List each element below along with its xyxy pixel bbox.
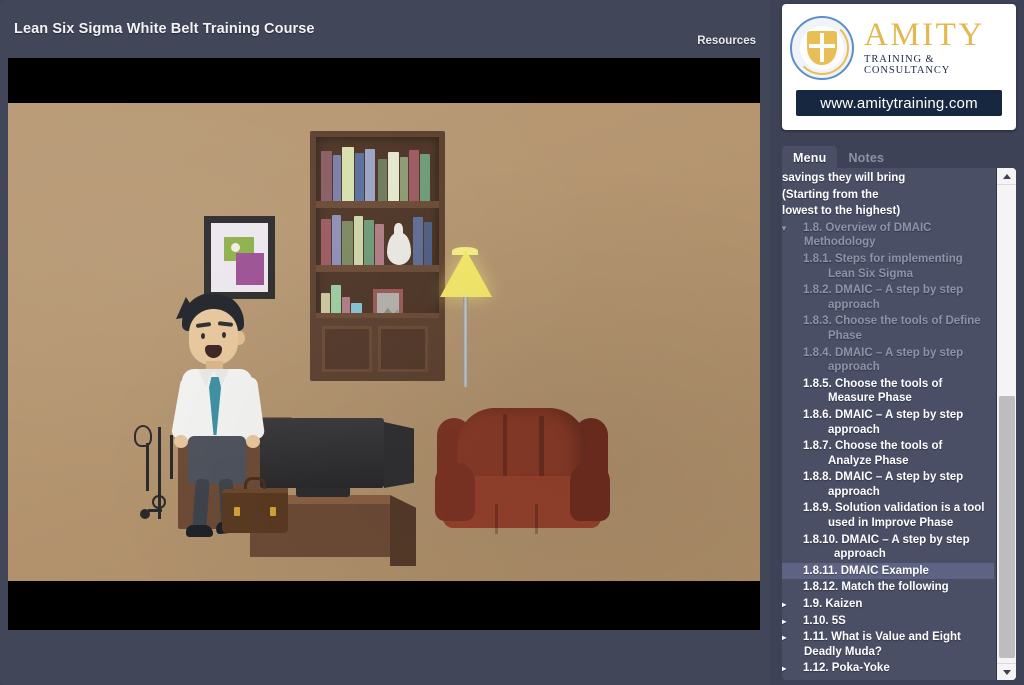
bookshelf xyxy=(310,131,445,381)
menu-scrollbar[interactable] xyxy=(996,168,1016,680)
menu-item[interactable]: 1.8.5. Choose the tools of Measure Phase xyxy=(782,376,994,407)
menu-item-label: 1.11. What is Value and Eight Deadly Mud… xyxy=(803,631,961,658)
menu-item[interactable]: 1.8.9. Solution validation is a tool use… xyxy=(782,500,994,531)
menu-item-label: 1.8.7. Choose the tools of Analyze Phase xyxy=(803,440,943,467)
chevron-right-icon[interactable]: ▶ xyxy=(782,601,801,609)
menu-item-current[interactable]: 1.8.11. DMAIC Example xyxy=(782,562,994,580)
menu-item-label: 1.8.10. DMAIC – A step by step approach xyxy=(803,533,970,561)
menu-item[interactable]: ▶ 1.12. Poka-Yoke xyxy=(782,660,994,677)
chevron-right-icon[interactable]: ▶ xyxy=(782,617,801,626)
resources-link[interactable]: Resources xyxy=(697,35,756,47)
chevron-down-icon[interactable]: ▼ xyxy=(782,224,801,233)
bookshelf-cabinet xyxy=(316,313,439,375)
page-title: Lean Six Sigma White Belt Training Cours… xyxy=(14,21,315,37)
logo-brand-name: AMITY xyxy=(864,16,985,53)
menu-item[interactable]: ▼ 1.8. Overview of DMAIC Methodology xyxy=(782,220,994,251)
menu-item[interactable]: 1.8.2. DMAIC – A step by step approach xyxy=(782,282,994,313)
scroll-up-arrow-icon[interactable] xyxy=(997,168,1016,185)
menu-item[interactable]: ▶ 1.9. Kaizen xyxy=(782,596,994,613)
menu-item-label: 1.8.12. Match the following xyxy=(803,581,949,594)
video-stage[interactable]: AMITY TRAINING & CONSULTANCY www.amitytr… xyxy=(8,58,760,630)
menu-panel: savings they will bring (Starting from th… xyxy=(782,168,1016,680)
header-bar: Lean Six Sigma White Belt Training Cours… xyxy=(0,0,770,58)
menu-item-label: 1.8.2. DMAIC – A step by step approach xyxy=(803,284,964,311)
menu-item[interactable]: ▶ 1.11. What is Value and Eight Deadly Mu… xyxy=(782,629,994,660)
animated-character xyxy=(158,293,288,551)
menu-item-label: 1.8.4. DMAIC – A step by step approach xyxy=(803,346,964,374)
menu-item[interactable]: 1.8.12. Match the following xyxy=(782,579,994,596)
chevron-right-icon[interactable]: ▶ xyxy=(782,634,801,642)
logo-tagline: TRAINING & CONSULTANCY xyxy=(864,54,951,77)
scroll-down-arrow-icon[interactable] xyxy=(997,663,1016,680)
menu-item-label: 1.8.6. DMAIC – A step by step approach xyxy=(803,408,964,436)
elearning-player: Lean Six Sigma White Belt Training Cours… xyxy=(0,0,1024,685)
floor-lamp-pole xyxy=(463,297,468,387)
menu-item-label: 1.9. Kaizen xyxy=(803,598,863,611)
menu-item[interactable]: 1.8.8. DMAIC – A step by step approach xyxy=(782,469,994,500)
menu-item-label: 1.8.5. Choose the tools of Measure Phase xyxy=(803,377,943,405)
player-column: Lean Six Sigma White Belt Training Cours… xyxy=(0,0,770,685)
scrollbar-thumb[interactable] xyxy=(999,396,1015,658)
menu-item-label: 1.8.8. DMAIC – A step by step approach xyxy=(803,471,964,498)
menu-item[interactable]: 1.8.10. DMAIC – A step by step approach xyxy=(782,532,994,563)
logo-url-text: www.amitytraining.com xyxy=(820,94,978,112)
menu-item-label: 1.8.1. Steps for implementing Lean Six S… xyxy=(803,252,963,280)
menu-item[interactable]: ▶ 1.10. 5S xyxy=(782,613,994,630)
menu-item-label: 1.8. Overview of DMAIC Methodology xyxy=(803,221,932,249)
menu-item-label: 1.10. 5S xyxy=(803,614,846,627)
menu-item-label: 1.8.3. Choose the tools of Define Phase xyxy=(803,315,981,342)
menu-item[interactable]: (Starting from the xyxy=(782,187,994,204)
menu-item[interactable]: 1.8.6. DMAIC – A step by step approach xyxy=(782,407,994,438)
briefcase xyxy=(222,489,288,533)
animation-scene xyxy=(8,103,760,581)
amity-logo-crest-icon xyxy=(790,16,854,80)
player-control-bar: ‹ PREV NEXT › xyxy=(0,630,770,685)
menu-item-label: savings they will bring xyxy=(782,172,906,184)
menu-item[interactable]: 1.8.1. Steps for implementing Lean Six S… xyxy=(782,251,994,282)
logo-card: AMITY TRAINING & CONSULTANCY www.amitytr… xyxy=(782,4,1016,130)
sidebar: AMITY TRAINING & CONSULTANCY www.amitytr… xyxy=(770,0,1024,685)
letterbox-bottom xyxy=(8,581,760,630)
menu-item-label: lowest to the highest) xyxy=(782,205,901,218)
lamp-shade-top xyxy=(452,247,478,255)
menu-item[interactable]: 1.8.3. Choose the tools of Define Phase xyxy=(782,313,994,344)
menu-item-label: 1.12. Poka-Yoke xyxy=(803,662,890,675)
coat-rack xyxy=(134,421,186,531)
side-desk xyxy=(174,407,292,529)
television xyxy=(260,418,384,488)
menu-item[interactable]: 1.8.7. Choose the tools of Analyze Phase xyxy=(782,438,994,469)
menu-item-label: 1.8.11. DMAIC Example xyxy=(803,564,929,577)
chevron-right-icon[interactable]: ▶ xyxy=(782,665,801,673)
menu-item[interactable]: lowest to the highest) xyxy=(782,203,994,220)
tv-stand-box xyxy=(250,495,390,557)
wall-picture-frame xyxy=(204,216,275,299)
menu-item-label: 1.8.9. Solution validation is a tool use… xyxy=(803,502,985,530)
floor-lamp-shade xyxy=(440,250,492,297)
armchair xyxy=(435,408,610,543)
menu-item[interactable]: 1.8.4. DMAIC – A step by step approach xyxy=(782,345,994,376)
logo-url-bar: www.amitytraining.com xyxy=(796,90,1002,116)
wall-picture-art xyxy=(224,237,266,287)
tv-pedestal xyxy=(296,488,350,497)
letterbox-top xyxy=(8,58,760,103)
menu-list[interactable]: savings they will bring (Starting from th… xyxy=(782,168,994,680)
menu-item-label: (Starting from the xyxy=(782,188,879,201)
menu-item[interactable]: savings they will bring xyxy=(782,170,994,187)
